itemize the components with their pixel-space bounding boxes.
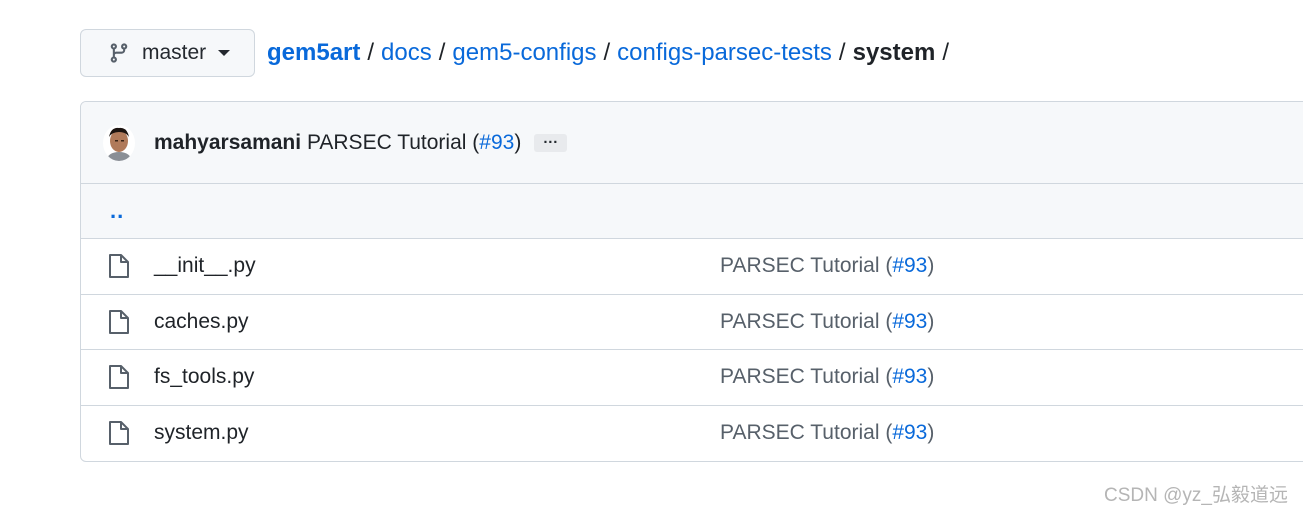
file-commit-pr-link[interactable]: #93 (892, 254, 927, 277)
commit-author[interactable]: mahyarsamani (154, 131, 301, 154)
breadcrumb-link-configs-parsec-tests[interactable]: configs-parsec-tests (617, 39, 832, 67)
branch-select-button[interactable]: master (80, 29, 255, 77)
file-icon (108, 309, 130, 335)
breadcrumb-separator: / (942, 39, 949, 66)
git-branch-icon (108, 42, 130, 64)
file-commit-message: PARSEC Tutorial (#93) (720, 365, 934, 389)
file-list: mahyarsamani PARSEC Tutorial (#93) ··· .… (80, 101, 1303, 462)
file-commit-text[interactable]: PARSEC Tutorial ( (720, 421, 892, 444)
top-bar: master gem5art / docs / gem5-configs / c… (80, 29, 956, 77)
file-commit-close: ) (927, 421, 935, 445)
file-icon (108, 420, 130, 446)
file-commit-close: ) (927, 254, 935, 278)
file-name-link[interactable]: fs_tools.py (154, 365, 720, 389)
parent-directory-link[interactable]: .. (110, 198, 124, 224)
latest-commit-row: mahyarsamani PARSEC Tutorial (#93) ··· (81, 102, 1303, 184)
file-commit-pr-link[interactable]: #93 (892, 365, 927, 388)
breadcrumb-link-docs[interactable]: docs (381, 39, 432, 67)
commit-message[interactable]: PARSEC Tutorial ( (307, 131, 479, 154)
breadcrumb: gem5art / docs / gem5-configs / configs-… (267, 39, 956, 67)
breadcrumb-current: system (852, 39, 936, 66)
file-commit-text[interactable]: PARSEC Tutorial ( (720, 365, 892, 388)
breadcrumb-separator: / (438, 39, 446, 66)
caret-down-icon (218, 50, 231, 56)
breadcrumb-separator: / (838, 39, 846, 66)
branch-name: master (142, 41, 207, 64)
commit-message-close: ) (514, 130, 522, 154)
parent-directory-row[interactable]: .. (81, 184, 1303, 239)
breadcrumb-link-gem5-configs[interactable]: gem5-configs (452, 39, 596, 67)
watermark: CSDN @yz_弘毅道远 (1104, 485, 1288, 506)
commit-details-toggle-button[interactable]: ··· (534, 133, 568, 152)
file-row[interactable]: system.py PARSEC Tutorial (#93) (81, 406, 1303, 462)
file-commit-message: PARSEC Tutorial (#93) (720, 254, 934, 278)
breadcrumb-repo-link[interactable]: gem5art (267, 39, 360, 67)
file-commit-text[interactable]: PARSEC Tutorial ( (720, 310, 892, 333)
breadcrumb-separator: / (367, 39, 375, 66)
file-name-link[interactable]: __init__.py (154, 254, 720, 278)
file-row[interactable]: __init__.py PARSEC Tutorial (#93) (81, 239, 1303, 295)
file-commit-text[interactable]: PARSEC Tutorial ( (720, 254, 892, 277)
file-icon (108, 253, 130, 279)
file-commit-message: PARSEC Tutorial (#93) (720, 310, 934, 334)
file-commit-pr-link[interactable]: #93 (892, 310, 927, 333)
avatar[interactable] (103, 124, 135, 161)
file-commit-close: ) (927, 309, 935, 333)
file-commit-close: ) (927, 365, 935, 389)
file-row[interactable]: caches.py PARSEC Tutorial (#93) (81, 295, 1303, 350)
commit-summary: mahyarsamani PARSEC Tutorial (#93) (154, 131, 521, 155)
file-row[interactable]: fs_tools.py PARSEC Tutorial (#93) (81, 350, 1303, 406)
file-icon (108, 364, 130, 390)
commit-pr-link[interactable]: #93 (479, 131, 514, 154)
file-name-link[interactable]: caches.py (154, 310, 720, 334)
breadcrumb-separator: / (603, 39, 611, 66)
file-name-link[interactable]: system.py (154, 421, 720, 445)
file-commit-message: PARSEC Tutorial (#93) (720, 421, 934, 445)
file-commit-pr-link[interactable]: #93 (892, 421, 927, 444)
